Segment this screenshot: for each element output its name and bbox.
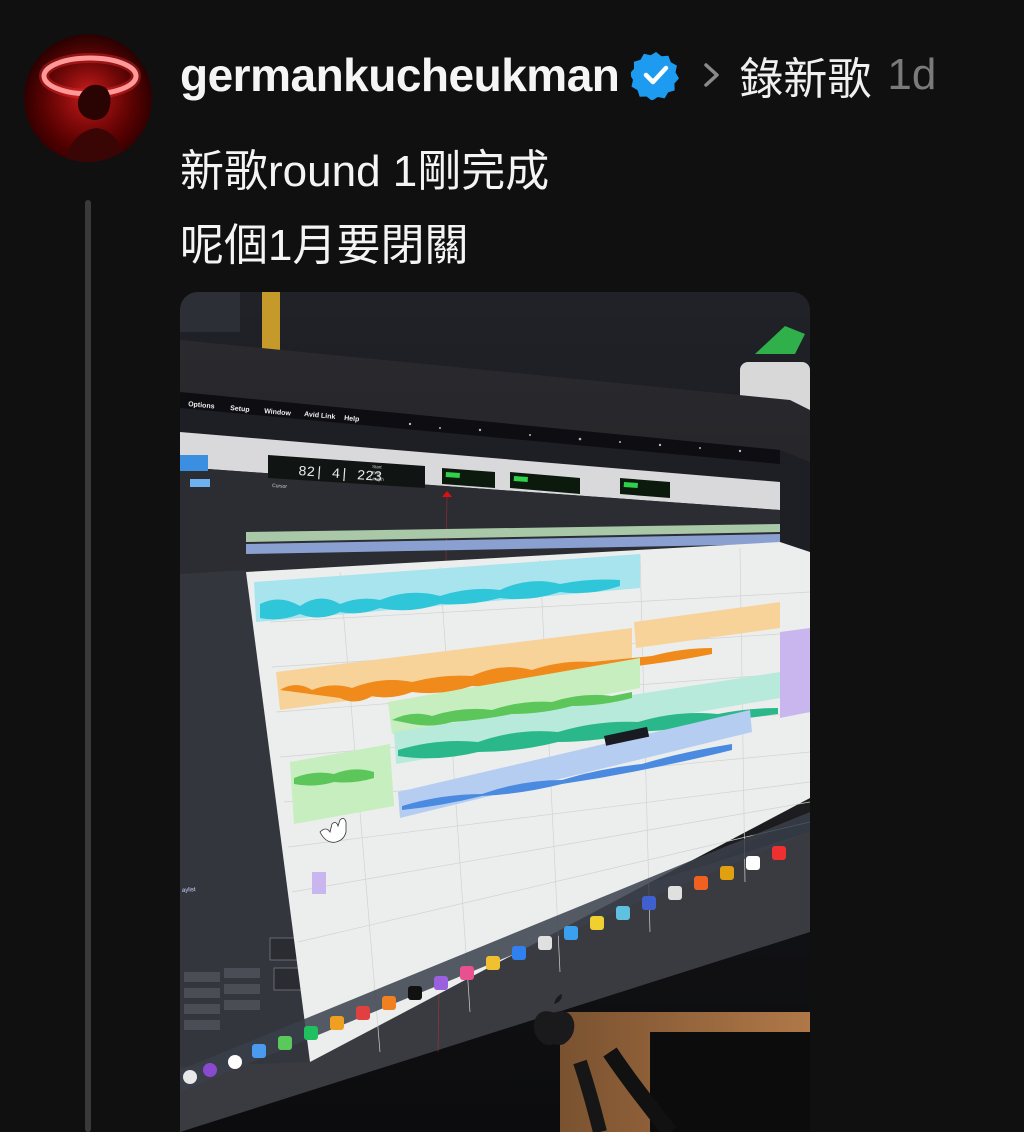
clip-purple-small[interactable] [312, 872, 326, 894]
start-label: Start [372, 464, 383, 470]
username[interactable]: germankucheukman [180, 48, 620, 102]
post-photo[interactable]: Options Setup Window Avid Link Help 82| … [180, 292, 810, 1132]
topic-tag[interactable]: 錄新歌 [739, 43, 871, 107]
clip-purple[interactable] [780, 628, 810, 718]
wall-shadow [180, 292, 240, 332]
thread-line [85, 200, 91, 1132]
tool-button[interactable] [190, 479, 210, 487]
verified-badge-icon [631, 50, 681, 100]
tool-button[interactable] [180, 455, 208, 471]
green-indicator [513, 476, 528, 482]
desk-device [650, 1032, 810, 1132]
chevron-right-icon [699, 55, 725, 95]
menu-help[interactable]: Help [344, 415, 360, 423]
post-text-line-1: 新歌round 1剛完成 [180, 147, 550, 196]
playlist-label: aylist [182, 887, 196, 894]
cursor-label: Cursor [272, 483, 288, 490]
post-timestamp: 1d [887, 50, 937, 99]
thread-post: germankucheukman 錄新歌 1d 新歌round 1剛完成 呢個1… [0, 0, 1024, 1132]
profile-avatar[interactable] [24, 34, 152, 162]
green-indicator [623, 482, 638, 488]
length-label: Length [370, 476, 385, 482]
post-text: 新歌round 1剛完成 呢個1月要閉關 [180, 135, 549, 283]
green-indicator [445, 472, 460, 478]
end-label: End [372, 470, 381, 476]
photo-imac-daw-screen: Options Setup Window Avid Link Help 82| … [180, 292, 810, 1132]
post-header: germankucheukman 錄新歌 1d [180, 40, 936, 110]
post-text-line-2: 呢個1月要閉關 [180, 221, 469, 270]
avatar-image [24, 34, 152, 162]
wall-panel [262, 292, 280, 354]
